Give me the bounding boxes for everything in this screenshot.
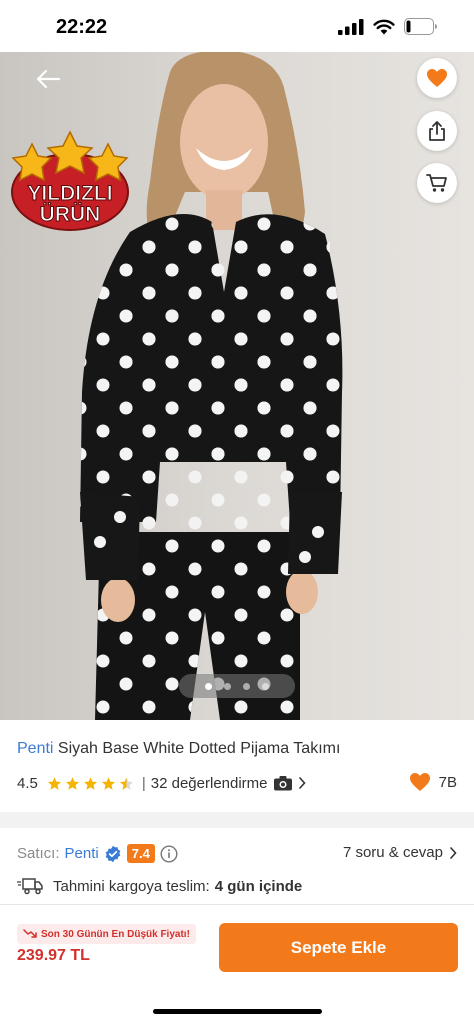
trend-down-icon [23, 929, 37, 938]
star-icon [47, 776, 61, 790]
product-image-gallery[interactable]: YILDIZLI ÜRÜN [0, 52, 474, 720]
product-detail-page: 22:22 YILDIZLI ÜRÜN Penti Siyah Base Whi… [0, 0, 474, 1024]
heart-icon [427, 69, 447, 87]
camera-icon [273, 776, 292, 791]
brand-link[interactable]: Penti [17, 740, 53, 757]
lowest-price-text: Son 30 Günün En Düşük Fiyatı! [41, 928, 190, 940]
lowest-price-badge: Son 30 Günün En Düşük Fiyatı! [17, 924, 196, 944]
badge-text-line1: YILDIZLI [27, 182, 112, 205]
product-name: Siyah Base White Dotted Pijama Takımı [57, 740, 341, 757]
pager-dot[interactable] [224, 682, 231, 690]
cart-icon [426, 174, 447, 192]
pager-dot[interactable] [243, 682, 250, 690]
delivery-estimate: Tahmini kargoya teslim: 4 gün içinde [17, 877, 302, 895]
star-half-icon [119, 776, 133, 790]
chevron-right-icon [450, 846, 457, 859]
review-count: 32 değerlendirme [150, 774, 268, 792]
rating-row: 4.5 | 32 değerlendirme [17, 772, 306, 794]
arrow-left-icon [36, 69, 61, 89]
image-pager[interactable] [179, 674, 295, 698]
rating-value: 4.5 [17, 774, 38, 792]
seller-section: Satıcı: Penti 7.4 7 soru & cevap Tahmini… [0, 828, 474, 904]
info-icon[interactable] [160, 844, 178, 863]
heart-icon [409, 773, 430, 791]
status-icons [338, 18, 438, 35]
favorite-count[interactable]: 7B [409, 772, 457, 792]
star-icon [101, 776, 115, 790]
pager-dot[interactable] [262, 682, 269, 690]
wifi-icon [373, 19, 395, 34]
status-time: 22:22 [56, 16, 108, 38]
seller-row: Satıcı: Penti 7.4 [17, 844, 178, 863]
truck-icon [17, 878, 43, 895]
badge-text-line2: ÜRÜN [40, 203, 101, 226]
share-icon [429, 121, 445, 141]
star-icon [65, 776, 79, 790]
chevron-right-icon [298, 777, 306, 789]
favorite-count-text: 7B [438, 773, 457, 791]
share-button[interactable] [417, 111, 457, 151]
home-indicator [153, 1009, 322, 1014]
seller-label: Satıcı: [17, 845, 60, 862]
back-button[interactable] [30, 64, 66, 94]
seller-name-link[interactable]: Penti [65, 845, 99, 862]
verified-badge-icon [105, 845, 121, 862]
reviews-link[interactable]: 32 değerlendirme [151, 775, 306, 792]
product-info: Penti Siyah Base White Dotted Pijama Tak… [0, 720, 474, 812]
rating-stars [47, 776, 134, 791]
section-divider [0, 812, 474, 828]
battery-icon [404, 18, 437, 35]
separator: | [141, 774, 146, 792]
questions-answers-link[interactable]: 7 soru & cevap [343, 844, 457, 861]
cellular-signal-icon [338, 18, 364, 35]
favorite-button[interactable] [417, 58, 457, 98]
add-to-cart-button[interactable]: Sepete Ekle [219, 923, 458, 972]
product-title: Penti Siyah Base White Dotted Pijama Tak… [17, 740, 340, 758]
delivery-value: 4 gün içinde [214, 877, 303, 895]
qa-link-text: 7 soru & cevap [342, 844, 443, 861]
cart-button[interactable] [417, 163, 457, 203]
star-icon [83, 776, 97, 790]
bottom-action-bar: Son 30 Günün En Düşük Fiyatı! 239.97 TL … [0, 904, 474, 1024]
seller-score-badge: 7.4 [126, 844, 155, 863]
product-price: 239.97 TL [17, 947, 90, 964]
star-product-badge: YILDIZLI ÜRÜN [10, 114, 130, 232]
status-bar: 22:22 [0, 0, 474, 52]
pager-dot[interactable] [205, 682, 212, 690]
delivery-label: Tahmini kargoya teslim: [53, 877, 210, 895]
